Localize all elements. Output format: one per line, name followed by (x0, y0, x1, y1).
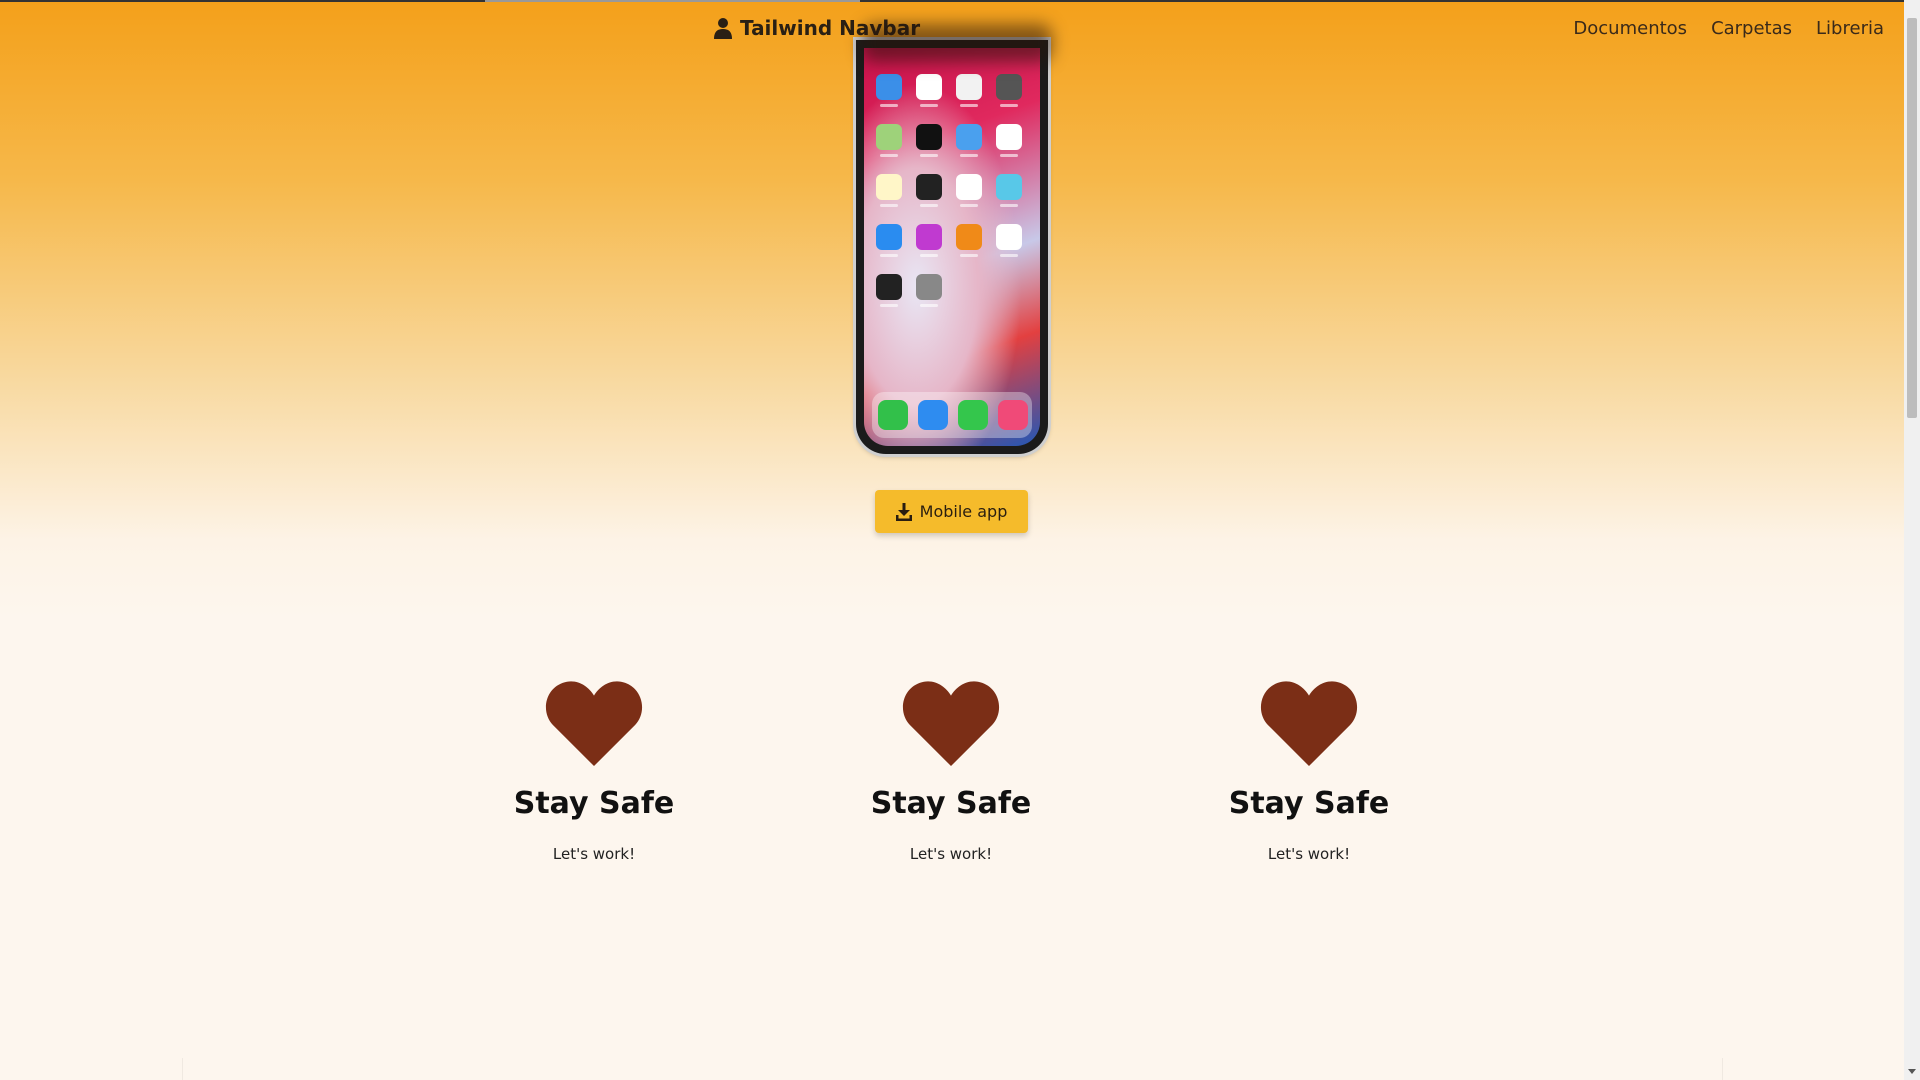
feature-text: Let's work! (909, 845, 993, 863)
feature-card: Stay Safe Let's work! (821, 678, 1081, 863)
page: Tailwind Navbar Documentos Carpetas Libr… (0, 0, 1904, 1080)
feature-text: Let's work! (1267, 845, 1351, 863)
feature-title: Stay Safe (1228, 786, 1390, 821)
mobile-app-download-button[interactable]: Mobile app (875, 490, 1028, 533)
scroll-down-arrow-icon[interactable] (1907, 1066, 1917, 1076)
scrollbar-thumb[interactable] (1907, 18, 1917, 418)
feature-card: Stay Safe Let's work! (1179, 678, 1439, 863)
download-icon (895, 502, 912, 521)
user-icon (714, 18, 732, 39)
phone-screen (864, 48, 1040, 446)
nav-link-documentos[interactable]: Documentos (1573, 18, 1687, 39)
feature-title: Stay Safe (870, 786, 1032, 821)
loading-bar (0, 0, 1904, 2)
phone-mockup-image (856, 40, 1048, 454)
heart-icon (545, 681, 643, 767)
divider (182, 1058, 183, 1080)
feature-card: Stay Safe Let's work! (464, 678, 724, 863)
feature-title: Stay Safe (513, 786, 675, 821)
feature-text: Let's work! (552, 845, 636, 863)
divider (1722, 1058, 1723, 1080)
phone-top-shadow (862, 24, 1052, 62)
vertical-scrollbar[interactable] (1904, 0, 1920, 1080)
nav-link-carpetas[interactable]: Carpetas (1711, 18, 1792, 39)
heart-icon (902, 681, 1000, 767)
nav-link-libreria[interactable]: Libreria (1816, 18, 1884, 39)
navbar-links: Documentos Carpetas Libreria (1573, 18, 1884, 39)
heart-icon (1260, 681, 1358, 767)
mobile-app-label: Mobile app (919, 502, 1008, 521)
